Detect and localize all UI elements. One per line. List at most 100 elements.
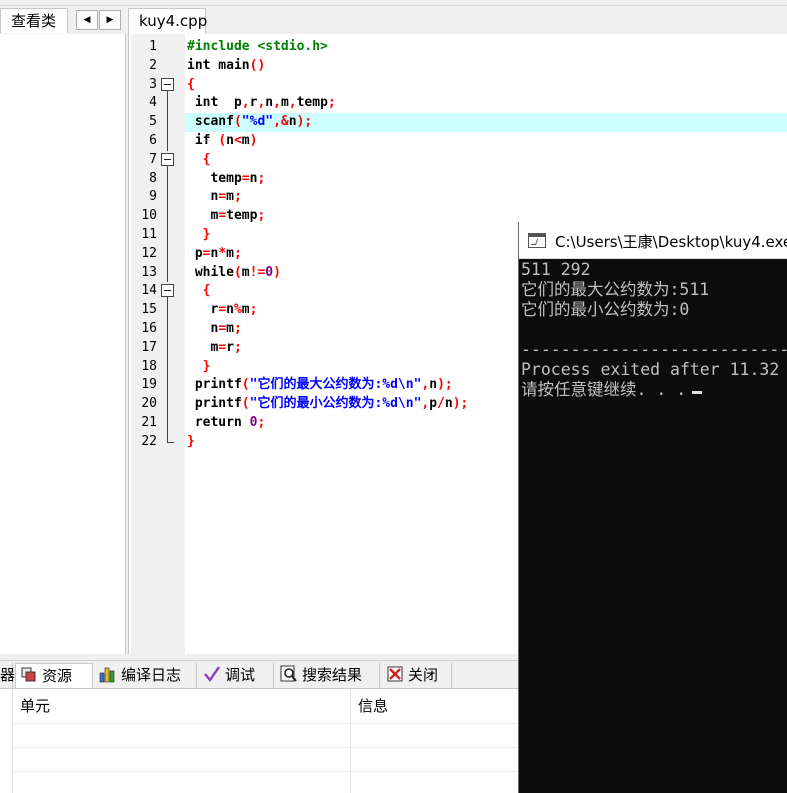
code-text: temp=n; [187, 170, 266, 186]
code-line[interactable]: 3{ [129, 76, 787, 95]
tab-scroll-left-button[interactable]: ◀ [76, 10, 98, 30]
fold-guide [167, 188, 168, 208]
line-number: 5 [149, 114, 157, 130]
tab-kuy4-cpp[interactable]: kuy4.cpp [128, 8, 207, 34]
line-number: 20 [141, 396, 157, 412]
tab-scroll-right-button[interactable]: ▶ [99, 10, 121, 30]
fold-guide [167, 169, 168, 189]
console-line: 511 292 [521, 260, 591, 279]
tab-class-browser[interactable]: 查看类 [0, 8, 68, 33]
console-line: 它们的最大公约数为:511 [521, 280, 710, 299]
fold-guide [167, 207, 168, 226]
line-number: 14 [141, 283, 157, 299]
code-text: { [202, 151, 211, 167]
code-text: printf("它们的最大公约数为:%d\n",n); [187, 377, 453, 393]
tab-close-label: 关闭 [408, 666, 439, 684]
fold-guide [167, 338, 168, 358]
fold-guide [167, 395, 168, 414]
fold-guide [167, 225, 168, 245]
code-text: int p,r,n,m,temp; [194, 95, 336, 111]
class-browser-panel [0, 34, 126, 654]
fold-guide [167, 113, 168, 132]
console-output: 511 292 它们的最大公约数为:511 它们的最小公约数为:0 ---------… [521, 260, 787, 400]
grid-row-line [12, 723, 520, 724]
line-number: 6 [149, 132, 157, 148]
line-number: 10 [141, 208, 157, 224]
editor-tabbar: kuy4.cpp [128, 6, 787, 34]
line-number: 4 [149, 95, 157, 111]
code-text: { [187, 76, 195, 92]
console-title-bar[interactable]: C:\Users\王康\Desktop\kuy4.exe [519, 222, 787, 259]
fold-guide [167, 319, 168, 339]
code-text: p=n*m; [187, 245, 242, 261]
tab-debug-label: 调试 [225, 666, 256, 684]
tab-resources-label: 资源 [42, 667, 73, 685]
code-line[interactable]: 5 scanf("%d",&n); [129, 113, 787, 132]
tab-search-results[interactable]: 搜索结果 [276, 663, 380, 688]
console-title: C:\Users\王康\Desktop\kuy4.exe [555, 233, 787, 251]
column-header-message[interactable]: 信息 [358, 695, 388, 716]
code-text: } [187, 433, 195, 449]
fold-guide [167, 357, 168, 377]
line-number: 13 [141, 264, 157, 280]
code-text: n=m; [187, 189, 242, 205]
code-text: if (n<m) [194, 132, 258, 148]
console-cursor [692, 391, 703, 394]
column-header-unit[interactable]: 单元 [20, 695, 50, 716]
code-line[interactable]: 8 temp=n; [129, 169, 787, 189]
tab-resources[interactable]: 资源 [15, 663, 93, 688]
console-line: Process exited after 11.32 seconds [521, 360, 780, 379]
code-text: { [202, 283, 211, 299]
line-number: 12 [141, 245, 157, 261]
line-number: 17 [141, 339, 157, 355]
line-number: 19 [141, 377, 157, 393]
fold-guide [167, 301, 168, 320]
console-line: -------------------------------- [521, 340, 787, 359]
code-text: r=n%m; [187, 302, 258, 318]
grid-row-line [12, 771, 520, 772]
code-line[interactable]: 4 int p,r,n,m,temp; [129, 94, 787, 114]
tab-debug[interactable]: 调试 [199, 663, 274, 688]
code-text: n=m; [187, 320, 242, 336]
ide-window: 查看类 ◀ ▶ kuy4.cpp 1 #include <stdio.h> 2 int… [0, 0, 787, 793]
code-line[interactable]: 9 n=m; [129, 188, 787, 208]
fold-guide [167, 131, 168, 151]
line-number: 21 [141, 414, 157, 430]
code-text: scanf("%d",&n); [187, 114, 313, 130]
resources-icon [20, 666, 38, 684]
line-number: 16 [141, 320, 157, 336]
line-number: 1 [149, 39, 157, 54]
code-text: while(m!=0) [194, 264, 281, 280]
line-number: 7 [149, 151, 157, 167]
line-number: 22 [141, 433, 157, 449]
tab-compile-log[interactable]: 编译日志 [95, 663, 197, 688]
fold-guide [167, 94, 168, 114]
code-text: m=temp; [187, 208, 266, 224]
code-line[interactable]: 2 int main() [129, 57, 787, 76]
fold-end-guide [167, 432, 174, 443]
tab-close[interactable]: 关闭 [382, 663, 452, 688]
fold-guide [167, 413, 168, 433]
line-number: 15 [141, 302, 157, 318]
fold-toggle-icon[interactable] [161, 77, 174, 91]
line-number: 11 [141, 226, 157, 242]
console-app-icon [528, 233, 546, 248]
code-line[interactable]: 6 if (n<m) [129, 131, 787, 151]
code-text: printf("它们的最小公约数为:%d\n",p/n); [187, 396, 469, 412]
code-line[interactable]: 7 { [129, 151, 787, 170]
tab-compiler[interactable]: 器 [0, 663, 15, 688]
code-text: #include <stdio.h> [187, 39, 328, 54]
console-line: 请按任意键继续. . . [521, 380, 787, 400]
fold-toggle-icon[interactable] [161, 284, 174, 298]
close-icon [386, 665, 404, 683]
console-line: 它们的最小公约数为:0 [521, 300, 690, 319]
line-number: 9 [149, 189, 157, 205]
messages-grid[interactable]: 单元 信息 [0, 688, 520, 793]
code-text: } [202, 226, 211, 242]
bar-chart-icon [99, 665, 117, 683]
class-browser-tabbar: 查看类 ◀ ▶ [0, 6, 128, 34]
code-line[interactable]: 1 #include <stdio.h> [129, 38, 787, 57]
fold-toggle-icon[interactable] [161, 152, 174, 166]
console-window[interactable]: C:\Users\王康\Desktop\kuy4.exe 511 292 它们的最… [518, 222, 787, 793]
